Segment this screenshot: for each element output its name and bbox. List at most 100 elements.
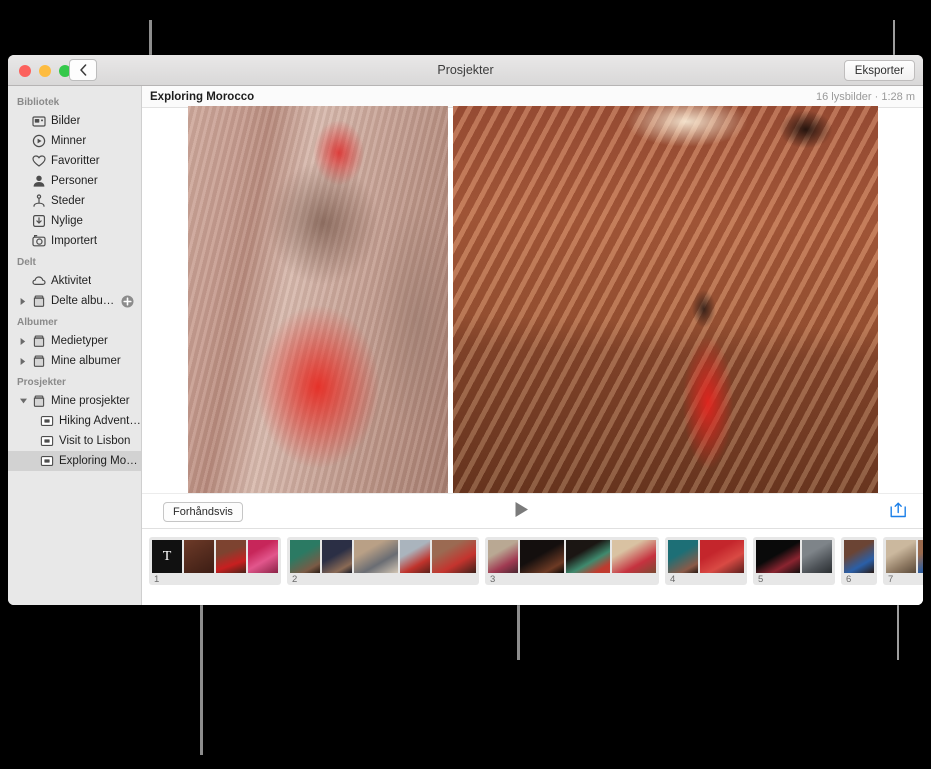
photo-thumbnail[interactable]	[756, 540, 800, 573]
sidebar-item-label: Hiking Adventure	[59, 415, 141, 427]
photo-thumbnail[interactable]	[432, 540, 476, 573]
sidebar-item-minner[interactable]: Minner	[8, 131, 141, 151]
disclosure-triangle-icon[interactable]	[17, 337, 29, 346]
disclosure-triangle-icon[interactable]	[17, 297, 29, 306]
person-icon	[29, 174, 49, 188]
window-titlebar: Prosjekter Eksporter	[8, 55, 923, 86]
sidebar-item-hiking-adventure[interactable]: Hiking Adventure	[8, 411, 141, 431]
sidebar-item-label: Delte albumer	[51, 295, 121, 307]
photo-thumbnail[interactable]	[184, 540, 214, 573]
title-card-thumbnail[interactable]: T	[152, 540, 182, 573]
photo-thumbnail[interactable]	[918, 540, 923, 573]
filmstrip-group[interactable]: 4	[665, 537, 747, 585]
imported-camera-icon	[29, 234, 49, 248]
filmstrip-group[interactable]: 5	[753, 537, 835, 585]
album-icon	[29, 354, 49, 368]
photo-thumbnail[interactable]	[844, 540, 874, 573]
photo-thumbnail[interactable]	[354, 540, 398, 573]
sidebar-item-medietyper[interactable]: Medietyper	[8, 331, 141, 351]
sidebar-item-nylige[interactable]: Nylige	[8, 211, 141, 231]
player-toolbar: Forhåndsvis	[142, 493, 923, 529]
filmstrip-thumbnails	[886, 540, 923, 573]
sidebar[interactable]: Bibliotek Bilder Minner Favoritter Personer S…	[8, 86, 142, 605]
filmstrip-group[interactable]: 7	[883, 537, 923, 585]
filmstrip-thumbnails	[668, 540, 744, 573]
album-icon	[29, 294, 49, 308]
slideshow-icon	[37, 434, 57, 448]
photo-thumbnail[interactable]	[248, 540, 278, 573]
disclosure-triangle-icon[interactable]	[17, 357, 29, 366]
sidebar-section-header: Albumer	[17, 317, 58, 328]
slide-filmstrip[interactable]: T1 2 3 4 5 6 7	[142, 529, 923, 605]
filmstrip-group-number: 4	[670, 574, 676, 585]
sidebar-item-label: Nylige	[51, 215, 83, 227]
preview-photo-left[interactable]	[187, 105, 448, 496]
play-button[interactable]	[511, 502, 533, 522]
sidebar-item-steder[interactable]: Steder	[8, 191, 141, 211]
sidebar-item-exploring-moroc[interactable]: Exploring Moroc...	[8, 451, 141, 471]
sidebar-item-mine-prosjekter[interactable]: Mine prosjekter	[8, 391, 141, 411]
photo-thumbnail[interactable]	[216, 540, 246, 573]
photo-thumbnail[interactable]	[400, 540, 430, 573]
slideshow-icon	[37, 414, 57, 428]
sidebar-item-visit-to-lisbon[interactable]: Visit to Lisbon	[8, 431, 141, 451]
export-share-icon	[890, 502, 907, 523]
window-title: Prosjekter	[437, 63, 494, 77]
places-pin-icon	[29, 194, 49, 208]
photos-icon	[29, 114, 49, 128]
preview-button[interactable]: Forhåndsvis	[163, 502, 243, 522]
export-button[interactable]: Eksporter	[843, 60, 915, 81]
photo-thumbnail[interactable]	[488, 540, 518, 573]
filmstrip-thumbnails: T	[152, 540, 278, 573]
photo-thumbnail[interactable]	[566, 540, 610, 573]
filmstrip-group-number: 5	[758, 574, 764, 585]
photo-thumbnail[interactable]	[886, 540, 916, 573]
sidebar-item-label: Bilder	[51, 115, 81, 127]
filmstrip-group[interactable]: 6	[841, 537, 877, 585]
screenshot-root: Prosjekter Eksporter Bibliotek Bilder Minn…	[0, 0, 931, 769]
sidebar-item-label: Steder	[51, 195, 85, 207]
preview-photo-right[interactable]	[452, 105, 878, 496]
sidebar-item-delte-albumer[interactable]: Delte albumer	[8, 291, 141, 311]
filmstrip-thumbnails	[844, 540, 874, 573]
filmstrip-group-number: 7	[888, 574, 894, 585]
filmstrip-group-number: 2	[292, 574, 298, 585]
sidebar-item-aktivitet[interactable]: Aktivitet	[8, 271, 141, 291]
photo-thumbnail[interactable]	[802, 540, 832, 573]
photo-thumbnail[interactable]	[290, 540, 320, 573]
sidebar-item-label: Medietyper	[51, 335, 108, 347]
plus-circle-icon[interactable]	[121, 295, 134, 308]
sidebar-item-label: Exploring Moroc...	[59, 455, 141, 467]
filmstrip-thumbnails	[756, 540, 832, 573]
sidebar-section-header: Bibliotek	[17, 97, 60, 108]
recent-download-icon	[29, 214, 49, 228]
slide-preview-stage[interactable]	[142, 105, 923, 496]
play-icon	[514, 501, 530, 523]
filmstrip-group[interactable]: T1	[149, 537, 281, 585]
photo-thumbnail[interactable]	[520, 540, 564, 573]
sidebar-item-label: Mine albumer	[51, 355, 121, 367]
sidebar-item-personer[interactable]: Personer	[8, 171, 141, 191]
sidebar-item-bilder[interactable]: Bilder	[8, 111, 141, 131]
photo-thumbnail[interactable]	[322, 540, 352, 573]
sidebar-item-importert[interactable]: Importert	[8, 231, 141, 251]
sidebar-item-label: Favoritter	[51, 155, 100, 167]
sidebar-item-favoritter[interactable]: Favoritter	[8, 151, 141, 171]
filmstrip-group-number: 6	[846, 574, 852, 585]
filmstrip-group-number: 3	[490, 574, 496, 585]
sidebar-item-label: Personer	[51, 175, 98, 187]
sidebar-item-label: Visit to Lisbon	[59, 435, 131, 447]
filmstrip-group[interactable]: 2	[287, 537, 479, 585]
album-icon	[29, 334, 49, 348]
slideshow-icon	[37, 454, 57, 468]
photo-thumbnail[interactable]	[612, 540, 656, 573]
share-button[interactable]	[888, 502, 908, 522]
disclosure-triangle-icon[interactable]	[17, 397, 29, 405]
sidebar-item-label: Importert	[51, 235, 98, 247]
photo-thumbnail[interactable]	[668, 540, 698, 573]
photo-thumbnail[interactable]	[700, 540, 744, 573]
sidebar-item-label: Minner	[51, 135, 87, 147]
cloud-icon	[29, 274, 49, 288]
filmstrip-group[interactable]: 3	[485, 537, 659, 585]
sidebar-item-mine-albumer[interactable]: Mine albumer	[8, 351, 141, 371]
